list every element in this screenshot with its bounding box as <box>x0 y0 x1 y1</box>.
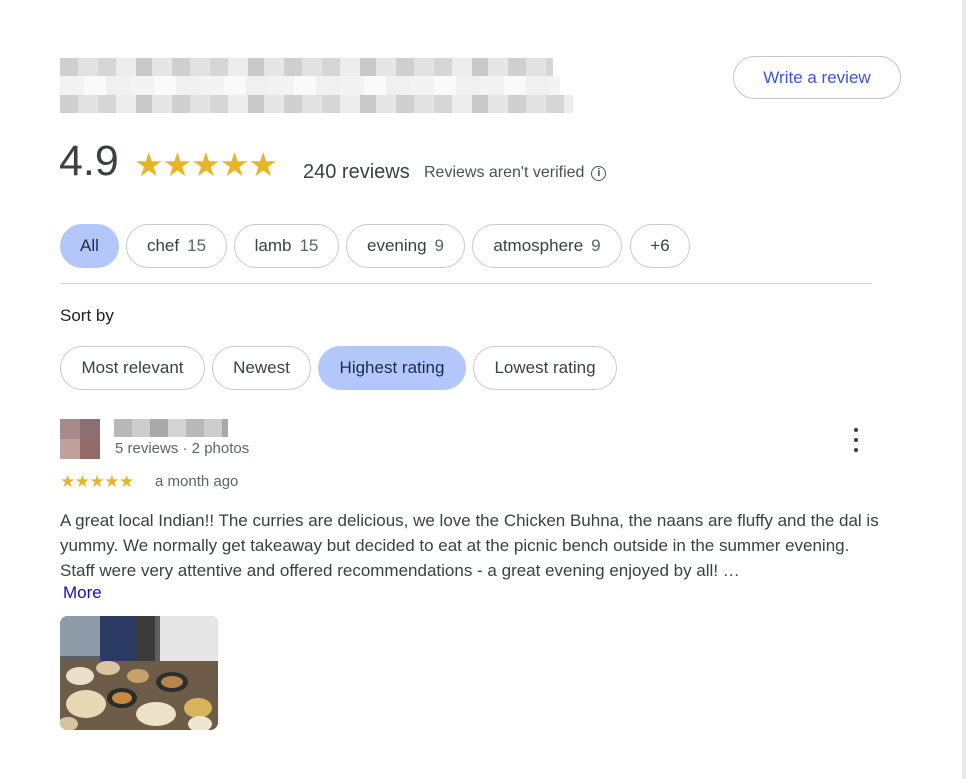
topic-chip-label: All <box>80 236 99 255</box>
topic-chip-lamb[interactable]: lamb 15 <box>234 224 339 268</box>
topic-chip-evening[interactable]: evening 9 <box>346 224 465 268</box>
review-time: a month ago <box>155 473 239 490</box>
topic-chip-all[interactable]: All <box>60 224 119 268</box>
topic-chip-label: chef <box>146 236 180 255</box>
verified-note: Reviews aren't verified i <box>424 164 607 182</box>
topic-chip-count: 15 <box>187 236 207 255</box>
topic-chip-label: +6 <box>650 236 670 255</box>
review-photo-image <box>60 616 218 730</box>
more-vert-icon[interactable] <box>848 428 864 452</box>
sort-highest-rating-button[interactable]: Highest rating <box>318 346 466 390</box>
topic-chip-label: evening <box>366 236 427 255</box>
rating-stars: ★★★★★ <box>134 146 278 183</box>
divider <box>60 283 872 284</box>
topic-chip-atmosphere[interactable]: atmosphere 9 <box>472 224 622 268</box>
more-link[interactable]: More <box>63 583 102 603</box>
topic-chip-label: lamb <box>254 236 292 255</box>
average-rating: 4.9 <box>59 137 119 185</box>
sort-by-label: Sort by <box>60 306 114 325</box>
review-stars: ★★★★★ <box>60 472 134 491</box>
reviewer-avatar[interactable] <box>60 419 100 459</box>
sort-lowest-rating-button[interactable]: Lowest rating <box>473 346 617 390</box>
reviewer-name-blurred[interactable] <box>114 419 228 437</box>
review-text: A great local Indian!! The curries are d… <box>60 511 879 580</box>
topic-chip-label: atmosphere <box>493 236 584 255</box>
review-photo[interactable] <box>60 616 218 730</box>
verified-note-text: Reviews aren't verified <box>424 164 585 181</box>
review-count[interactable]: 240 reviews <box>303 161 410 184</box>
write-review-button[interactable]: Write a review <box>733 56 901 99</box>
place-title-blurred-middle <box>60 76 560 95</box>
sort-newest-button[interactable]: Newest <box>212 346 311 390</box>
topic-chip-chef[interactable]: chef 15 <box>126 224 227 268</box>
topic-chip-count: 9 <box>434 236 445 255</box>
place-subtitle-blurred <box>60 95 573 113</box>
reviewer-meta: 5 reviews · 2 photos <box>115 440 250 457</box>
page-scrollbar[interactable] <box>962 0 966 779</box>
topic-chip-count: 15 <box>299 236 319 255</box>
topic-chip-count: 9 <box>591 236 601 255</box>
topic-chip-more[interactable]: +6 <box>630 224 690 268</box>
place-title-blurred <box>60 58 553 76</box>
sort-most-relevant-button[interactable]: Most relevant <box>60 346 205 390</box>
info-icon[interactable]: i <box>591 165 607 181</box>
